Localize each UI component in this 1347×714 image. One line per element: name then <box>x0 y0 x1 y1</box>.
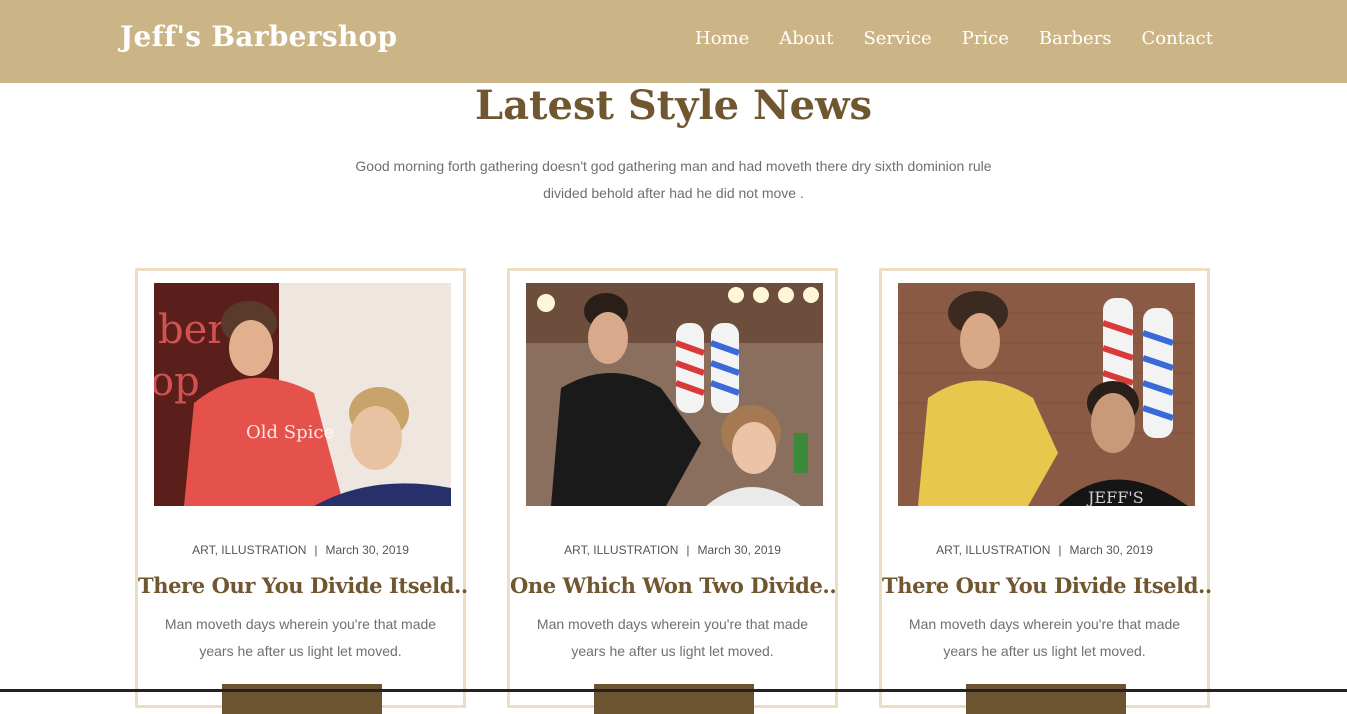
section-title: Latest Style News <box>474 82 873 129</box>
svg-text:op: op <box>154 359 200 405</box>
news-card-date: March 30, 2019 <box>325 543 409 557</box>
section-intro: Good morning forth gathering doesn't god… <box>340 153 1007 207</box>
news-card-meta: ART, ILLUSTRATION | March 30, 2019 <box>510 543 835 557</box>
news-card: ART, ILLUSTRATION | March 30, 2019 One Whi… <box>507 268 838 714</box>
news-card-category[interactable]: ART, ILLUSTRATION <box>564 543 678 557</box>
news-card-excerpt: Man moveth days wherein you're that made… <box>536 616 809 659</box>
news-card: JEFF'S ART, ILLUSTRATION | March 30, 2019 … <box>879 268 1212 714</box>
news-card-title[interactable]: One Which Won Two Divide.. <box>510 573 837 598</box>
meta-separator: | <box>686 543 690 557</box>
svg-text:ber: ber <box>158 307 227 353</box>
main-nav: Home About Service Price Barbers Contact <box>695 28 1213 49</box>
news-card: ber op Old Spice ART, ILLUSTRATION | March… <box>135 268 468 714</box>
nav-link-barbers[interactable]: Barbers <box>1039 28 1112 49</box>
nav-link-about[interactable]: About <box>779 28 833 49</box>
news-card-category[interactable]: ART, ILLUSTRATION <box>936 543 1050 557</box>
svg-text:Old Spice: Old Spice <box>246 422 334 443</box>
news-card-date: March 30, 2019 <box>1069 543 1153 557</box>
news-card-title[interactable]: There Our You Divide Itseld.. <box>882 573 1212 598</box>
svg-text:JEFF'S: JEFF'S <box>1086 488 1144 506</box>
news-card-image[interactable]: JEFF'S <box>898 283 1195 506</box>
nav-link-price[interactable]: Price <box>962 28 1009 49</box>
news-card-excerpt: Man moveth days wherein you're that made… <box>164 616 437 659</box>
news-card-excerpt: Man moveth days wherein you're that made… <box>908 616 1181 659</box>
nav-link-contact[interactable]: Contact <box>1142 28 1213 49</box>
meta-separator: | <box>1058 543 1062 557</box>
news-card-meta: ART, ILLUSTRATION | March 30, 2019 <box>138 543 463 557</box>
meta-separator: | <box>314 543 318 557</box>
news-card-date: March 30, 2019 <box>697 543 781 557</box>
news-card-image[interactable]: ber op Old Spice <box>154 283 451 506</box>
brand-logo[interactable]: Jeff's Barbershop <box>120 20 397 53</box>
news-card-title[interactable]: There Our You Divide Itseld.. <box>138 573 468 598</box>
news-card-meta: ART, ILLUSTRATION | March 30, 2019 <box>882 543 1207 557</box>
nav-link-home[interactable]: Home <box>695 28 749 49</box>
news-card-category[interactable]: ART, ILLUSTRATION <box>192 543 306 557</box>
intro-line-1: Good morning forth gathering doesn't god… <box>355 158 992 174</box>
news-card-image[interactable] <box>526 283 823 506</box>
site-header: Jeff's Barbershop Home About Service Pri… <box>0 0 1347 83</box>
nav-link-service[interactable]: Service <box>863 28 931 49</box>
intro-line-2: divided behold after had he did not move… <box>543 185 804 201</box>
